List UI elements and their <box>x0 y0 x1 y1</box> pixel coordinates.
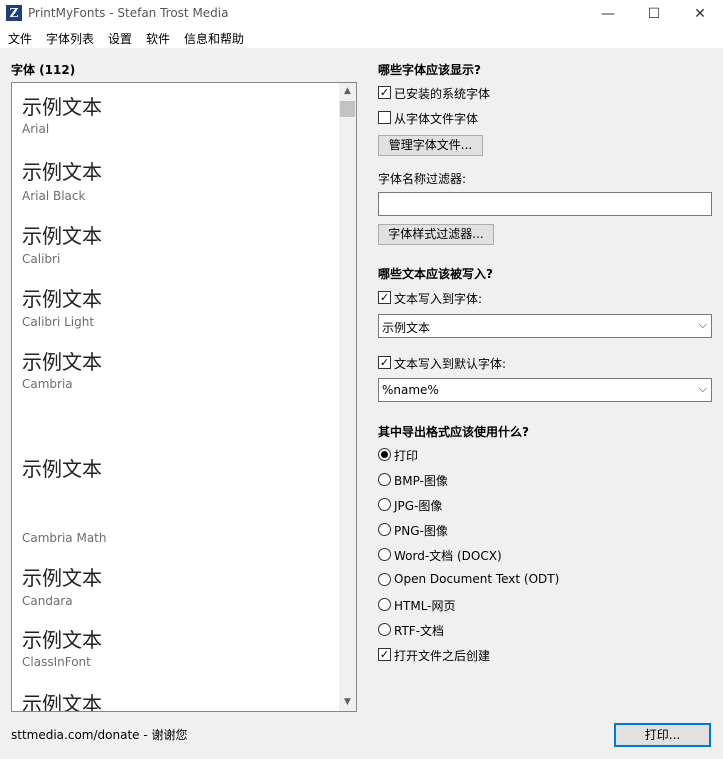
export-radio-docx[interactable] <box>378 548 391 561</box>
write-to-font-label: 文本写入到字体: <box>394 292 483 306</box>
export-radio-print[interactable] <box>378 448 391 461</box>
manage-font-files-button[interactable]: 管理字体文件... <box>378 135 483 156</box>
minimize-button[interactable]: — <box>585 0 631 28</box>
app-icon: Z <box>6 5 22 21</box>
font-name: Cambria Math <box>22 531 107 545</box>
write-to-font-checkbox[interactable]: ✓ <box>378 291 391 304</box>
menu-file[interactable]: 文件 <box>8 30 32 47</box>
font-sample: 示例文本 <box>22 566 102 590</box>
export-radio-bmp[interactable] <box>378 473 391 486</box>
font-list-header: 字体 (112) <box>11 63 76 77</box>
style-filter-button[interactable]: 字体样式过滤器... <box>378 224 494 245</box>
name-filter-label: 字体名称过滤器: <box>378 172 467 186</box>
font-sample: 示例文本 <box>22 350 102 374</box>
export-option-label: Word-文档 (DOCX) <box>394 549 502 563</box>
export-heading: 其中导出格式应该使用什么? <box>378 425 529 439</box>
export-option-label: HTML-网页 <box>394 599 456 613</box>
default-text-value: %name% <box>382 383 439 397</box>
export-radio-jpg[interactable] <box>378 498 391 511</box>
export-option-label: Open Document Text (ODT) <box>394 572 560 586</box>
font-sample: 示例文本 <box>22 160 102 184</box>
font-list[interactable]: 示例文本 Arial 示例文本 Arial Black 示例文本 Calibri… <box>11 82 357 712</box>
sample-text-combo[interactable]: 示例文本 ⌵ <box>378 314 712 338</box>
donate-link[interactable]: sttmedia.com/donate - 谢谢您 <box>11 726 188 743</box>
open-after-checkbox[interactable]: ✓ <box>378 648 391 661</box>
font-name: Arial Black <box>22 189 86 203</box>
font-name: Cambria <box>22 377 73 391</box>
export-radio-rtf[interactable] <box>378 623 391 636</box>
close-button[interactable]: ✕ <box>677 0 723 28</box>
write-to-default-label: 文本写入到默认字体: <box>394 357 507 371</box>
maximize-button[interactable]: ☐ <box>631 0 677 28</box>
sample-text-value: 示例文本 <box>382 321 431 335</box>
installed-fonts-label: 已安装的系统字体 <box>394 87 491 101</box>
export-option-label: PNG-图像 <box>394 524 448 538</box>
export-option-label: BMP-图像 <box>394 474 448 488</box>
scrollbar[interactable]: ▲ ▼ <box>339 83 356 711</box>
write-to-default-checkbox[interactable]: ✓ <box>378 356 391 369</box>
font-sample: 示例文本 <box>22 692 102 712</box>
export-option-label: RTF-文档 <box>394 624 445 638</box>
menu-fontlist[interactable]: 字体列表 <box>46 30 94 47</box>
export-option-label: JPG-图像 <box>394 499 443 513</box>
font-name: Arial <box>22 122 50 136</box>
export-radio-html[interactable] <box>378 598 391 611</box>
export-radio-png[interactable] <box>378 523 391 536</box>
title-bar: Z PrintMyFonts - Stefan Trost Media — ☐ … <box>0 0 723 28</box>
scroll-up-icon[interactable]: ▲ <box>339 83 356 100</box>
which-text-heading: 哪些文本应该被写入? <box>378 267 493 281</box>
font-name: Calibri Light <box>22 315 95 329</box>
from-file-checkbox[interactable] <box>378 111 391 124</box>
scroll-down-icon[interactable]: ▼ <box>339 694 356 711</box>
scroll-thumb[interactable] <box>340 101 355 117</box>
from-file-label: 从字体文件字体 <box>394 112 479 126</box>
font-name: Candara <box>22 594 73 608</box>
chevron-down-icon: ⌵ <box>698 318 707 331</box>
chevron-down-icon: ⌵ <box>698 382 707 395</box>
font-sample: 示例文本 <box>22 628 102 652</box>
open-after-label: 打开文件之后创建 <box>394 649 491 663</box>
menu-help[interactable]: 信息和帮助 <box>184 30 244 47</box>
font-sample: 示例文本 <box>22 95 102 119</box>
font-sample: 示例文本 <box>22 457 102 481</box>
menu-settings[interactable]: 设置 <box>108 30 132 47</box>
font-name: Calibri <box>22 252 61 266</box>
default-text-combo[interactable]: %name% ⌵ <box>378 378 712 402</box>
installed-fonts-checkbox[interactable]: ✓ <box>378 86 391 99</box>
menu-bar: 文件 字体列表 设置 软件 信息和帮助 <box>0 28 723 48</box>
export-radio-odt[interactable] <box>378 573 391 586</box>
name-filter-input[interactable] <box>378 192 712 216</box>
print-button[interactable]: 打印... <box>614 723 711 747</box>
menu-software[interactable]: 软件 <box>146 30 170 47</box>
font-sample: 示例文本 <box>22 287 102 311</box>
font-sample: 示例文本 <box>22 224 102 248</box>
export-option-label: 打印 <box>394 449 419 463</box>
window-title: PrintMyFonts - Stefan Trost Media <box>28 6 229 20</box>
which-fonts-heading: 哪些字体应该显示? <box>378 63 481 77</box>
font-name: ClassInFont <box>22 655 91 669</box>
